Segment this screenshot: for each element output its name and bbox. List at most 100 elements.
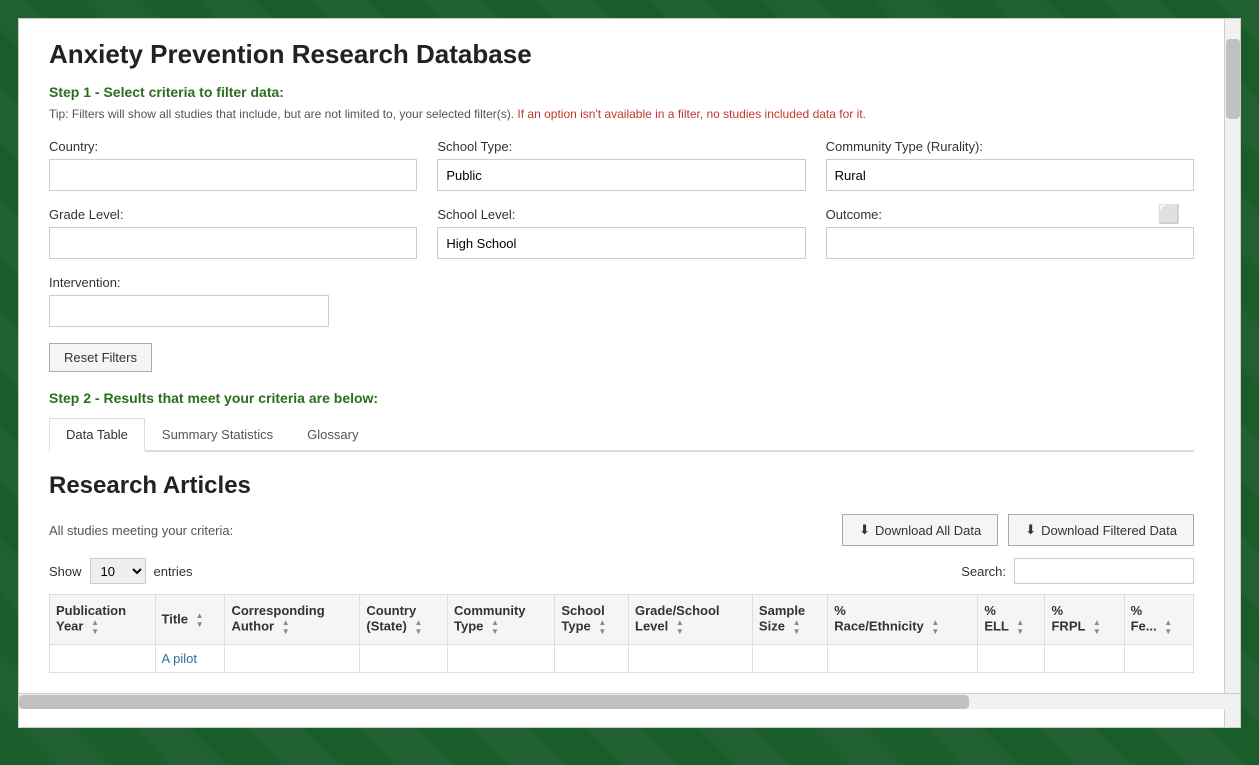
search-area: Search: [961, 558, 1194, 584]
entries-label: entries [154, 564, 193, 579]
col-frpl: %FRPL ▲ ▼ [1045, 595, 1124, 645]
sort-down-icon: ▼ [1016, 627, 1024, 636]
school-type-label: School Type: [437, 139, 805, 154]
cell-country [360, 645, 448, 673]
filter-row-2: Grade Level: School Level: Outcome: [49, 207, 1194, 259]
outcome-input[interactable] [826, 227, 1194, 259]
reset-filters-button[interactable]: Reset Filters [49, 343, 152, 372]
grade-level-input[interactable] [49, 227, 417, 259]
horizontal-scrollbar[interactable] [19, 693, 1240, 709]
intervention-filter: Intervention: [49, 275, 329, 327]
col-country-state: Country(State) ▲ ▼ [360, 595, 448, 645]
cell-grade [629, 645, 753, 673]
sort-down-icon: ▼ [793, 627, 801, 636]
cell-author [225, 645, 360, 673]
cell-sample [752, 645, 827, 673]
cell-ell [978, 645, 1045, 673]
h-scrollbar-thumb[interactable] [19, 695, 969, 709]
table-row: A pilot [50, 645, 1194, 673]
sort-up-icon: ▲ [1093, 618, 1101, 627]
download-filtered-button[interactable]: ⬇ Download Filtered Data [1008, 514, 1194, 546]
frpl-sort[interactable]: ▲ ▼ [1093, 618, 1101, 636]
cell-pub-year [50, 645, 156, 673]
school-type-filter: School Type: [437, 139, 805, 191]
country-input[interactable] [49, 159, 417, 191]
table-controls: All studies meeting your criteria: ⬇ Dow… [49, 514, 1194, 546]
sort-up-icon: ▲ [196, 611, 204, 620]
tip-normal: Tip: Filters will show all studies that … [49, 107, 514, 121]
sort-down-icon: ▼ [598, 627, 606, 636]
sort-up-icon: ▲ [1016, 618, 1024, 627]
race-sort[interactable]: ▲ ▼ [931, 618, 939, 636]
col-race-ethnicity-label: %Race/Ethnicity [834, 603, 924, 633]
community-type-filter: Community Type (Rurality): [826, 139, 1194, 191]
vertical-scrollbar[interactable] [1224, 19, 1240, 727]
research-articles-title: Research Articles [49, 472, 1194, 500]
grade-sort[interactable]: ▲ ▼ [676, 618, 684, 636]
intervention-label: Intervention: [49, 275, 329, 290]
controls-row: Show 10 25 50 100 entries Search: [49, 558, 1194, 584]
cell-frpl [1045, 645, 1124, 673]
research-table: PublicationYear ▲ ▼ Title ▲ ▼ [49, 594, 1194, 673]
table-container: PublicationYear ▲ ▼ Title ▲ ▼ [49, 594, 1194, 673]
title-sort[interactable]: ▲ ▼ [196, 611, 204, 629]
tip-highlight: If an option isn't available in a filter… [517, 107, 866, 121]
sample-sort[interactable]: ▲ ▼ [793, 618, 801, 636]
cell-race [828, 645, 978, 673]
grade-level-filter: Grade Level: [49, 207, 417, 259]
cell-community [448, 645, 555, 673]
tab-data-table[interactable]: Data Table [49, 418, 145, 452]
author-sort[interactable]: ▲ ▼ [282, 618, 290, 636]
download-all-label: Download All Data [875, 523, 981, 538]
school-type-input[interactable] [437, 159, 805, 191]
pub-year-sort[interactable]: ▲ ▼ [91, 618, 99, 636]
scrollbar-thumb[interactable] [1226, 39, 1240, 119]
col-community-type-label: CommunityType [454, 603, 526, 633]
tab-glossary[interactable]: Glossary [290, 418, 375, 452]
fe-sort[interactable]: ▲ ▼ [1164, 618, 1172, 636]
sort-down-icon: ▼ [1164, 627, 1172, 636]
sort-down-icon: ▼ [676, 627, 684, 636]
title-link[interactable]: A pilot [162, 651, 197, 666]
search-label: Search: [961, 564, 1006, 579]
col-ell: %ELL ▲ ▼ [978, 595, 1045, 645]
community-type-label: Community Type (Rurality): [826, 139, 1194, 154]
sort-up-icon: ▲ [1164, 618, 1172, 627]
outcome-label: Outcome: [826, 207, 1194, 222]
grade-level-label: Grade Level: [49, 207, 417, 222]
show-entries: Show 10 25 50 100 entries [49, 558, 193, 584]
sort-down-icon: ▼ [491, 627, 499, 636]
sort-up-icon: ▲ [931, 618, 939, 627]
col-corresponding-author-label: CorrespondingAuthor [231, 603, 324, 633]
criteria-text: All studies meeting your criteria: [49, 523, 233, 538]
col-sample-size: SampleSize ▲ ▼ [752, 595, 827, 645]
entries-select[interactable]: 10 25 50 100 [90, 558, 146, 584]
download-all-button[interactable]: ⬇ Download All Data [842, 514, 998, 546]
intervention-input[interactable] [49, 295, 329, 327]
search-input[interactable] [1014, 558, 1194, 584]
tabs-container: Data Table Summary Statistics Glossary [49, 418, 1194, 452]
col-fe: %Fe... ▲ ▼ [1124, 595, 1193, 645]
filter-row-3: Intervention: [49, 275, 1194, 327]
sort-down-icon: ▼ [282, 627, 290, 636]
col-fe-label: %Fe... [1131, 603, 1157, 633]
community-type-input[interactable] [826, 159, 1194, 191]
table-header-row: PublicationYear ▲ ▼ Title ▲ ▼ [50, 595, 1194, 645]
community-sort[interactable]: ▲ ▼ [491, 618, 499, 636]
outcome-filter: Outcome: [826, 207, 1194, 259]
sort-up-icon: ▲ [491, 618, 499, 627]
cell-title[interactable]: A pilot [155, 645, 225, 673]
sort-down-icon: ▼ [414, 627, 422, 636]
sort-up-icon: ▲ [414, 618, 422, 627]
sort-up-icon: ▲ [676, 618, 684, 627]
sort-up-icon: ▲ [91, 618, 99, 627]
school-type-sort[interactable]: ▲ ▼ [598, 618, 606, 636]
school-level-input[interactable] [437, 227, 805, 259]
tab-summary-statistics[interactable]: Summary Statistics [145, 418, 290, 452]
download-buttons: ⬇ Download All Data ⬇ Download Filtered … [842, 514, 1194, 546]
download-filtered-label: Download Filtered Data [1041, 523, 1177, 538]
ell-sort[interactable]: ▲ ▼ [1016, 618, 1024, 636]
col-country-state-label: Country(State) [366, 603, 416, 633]
country-sort[interactable]: ▲ ▼ [414, 618, 422, 636]
sort-down-icon: ▼ [91, 627, 99, 636]
